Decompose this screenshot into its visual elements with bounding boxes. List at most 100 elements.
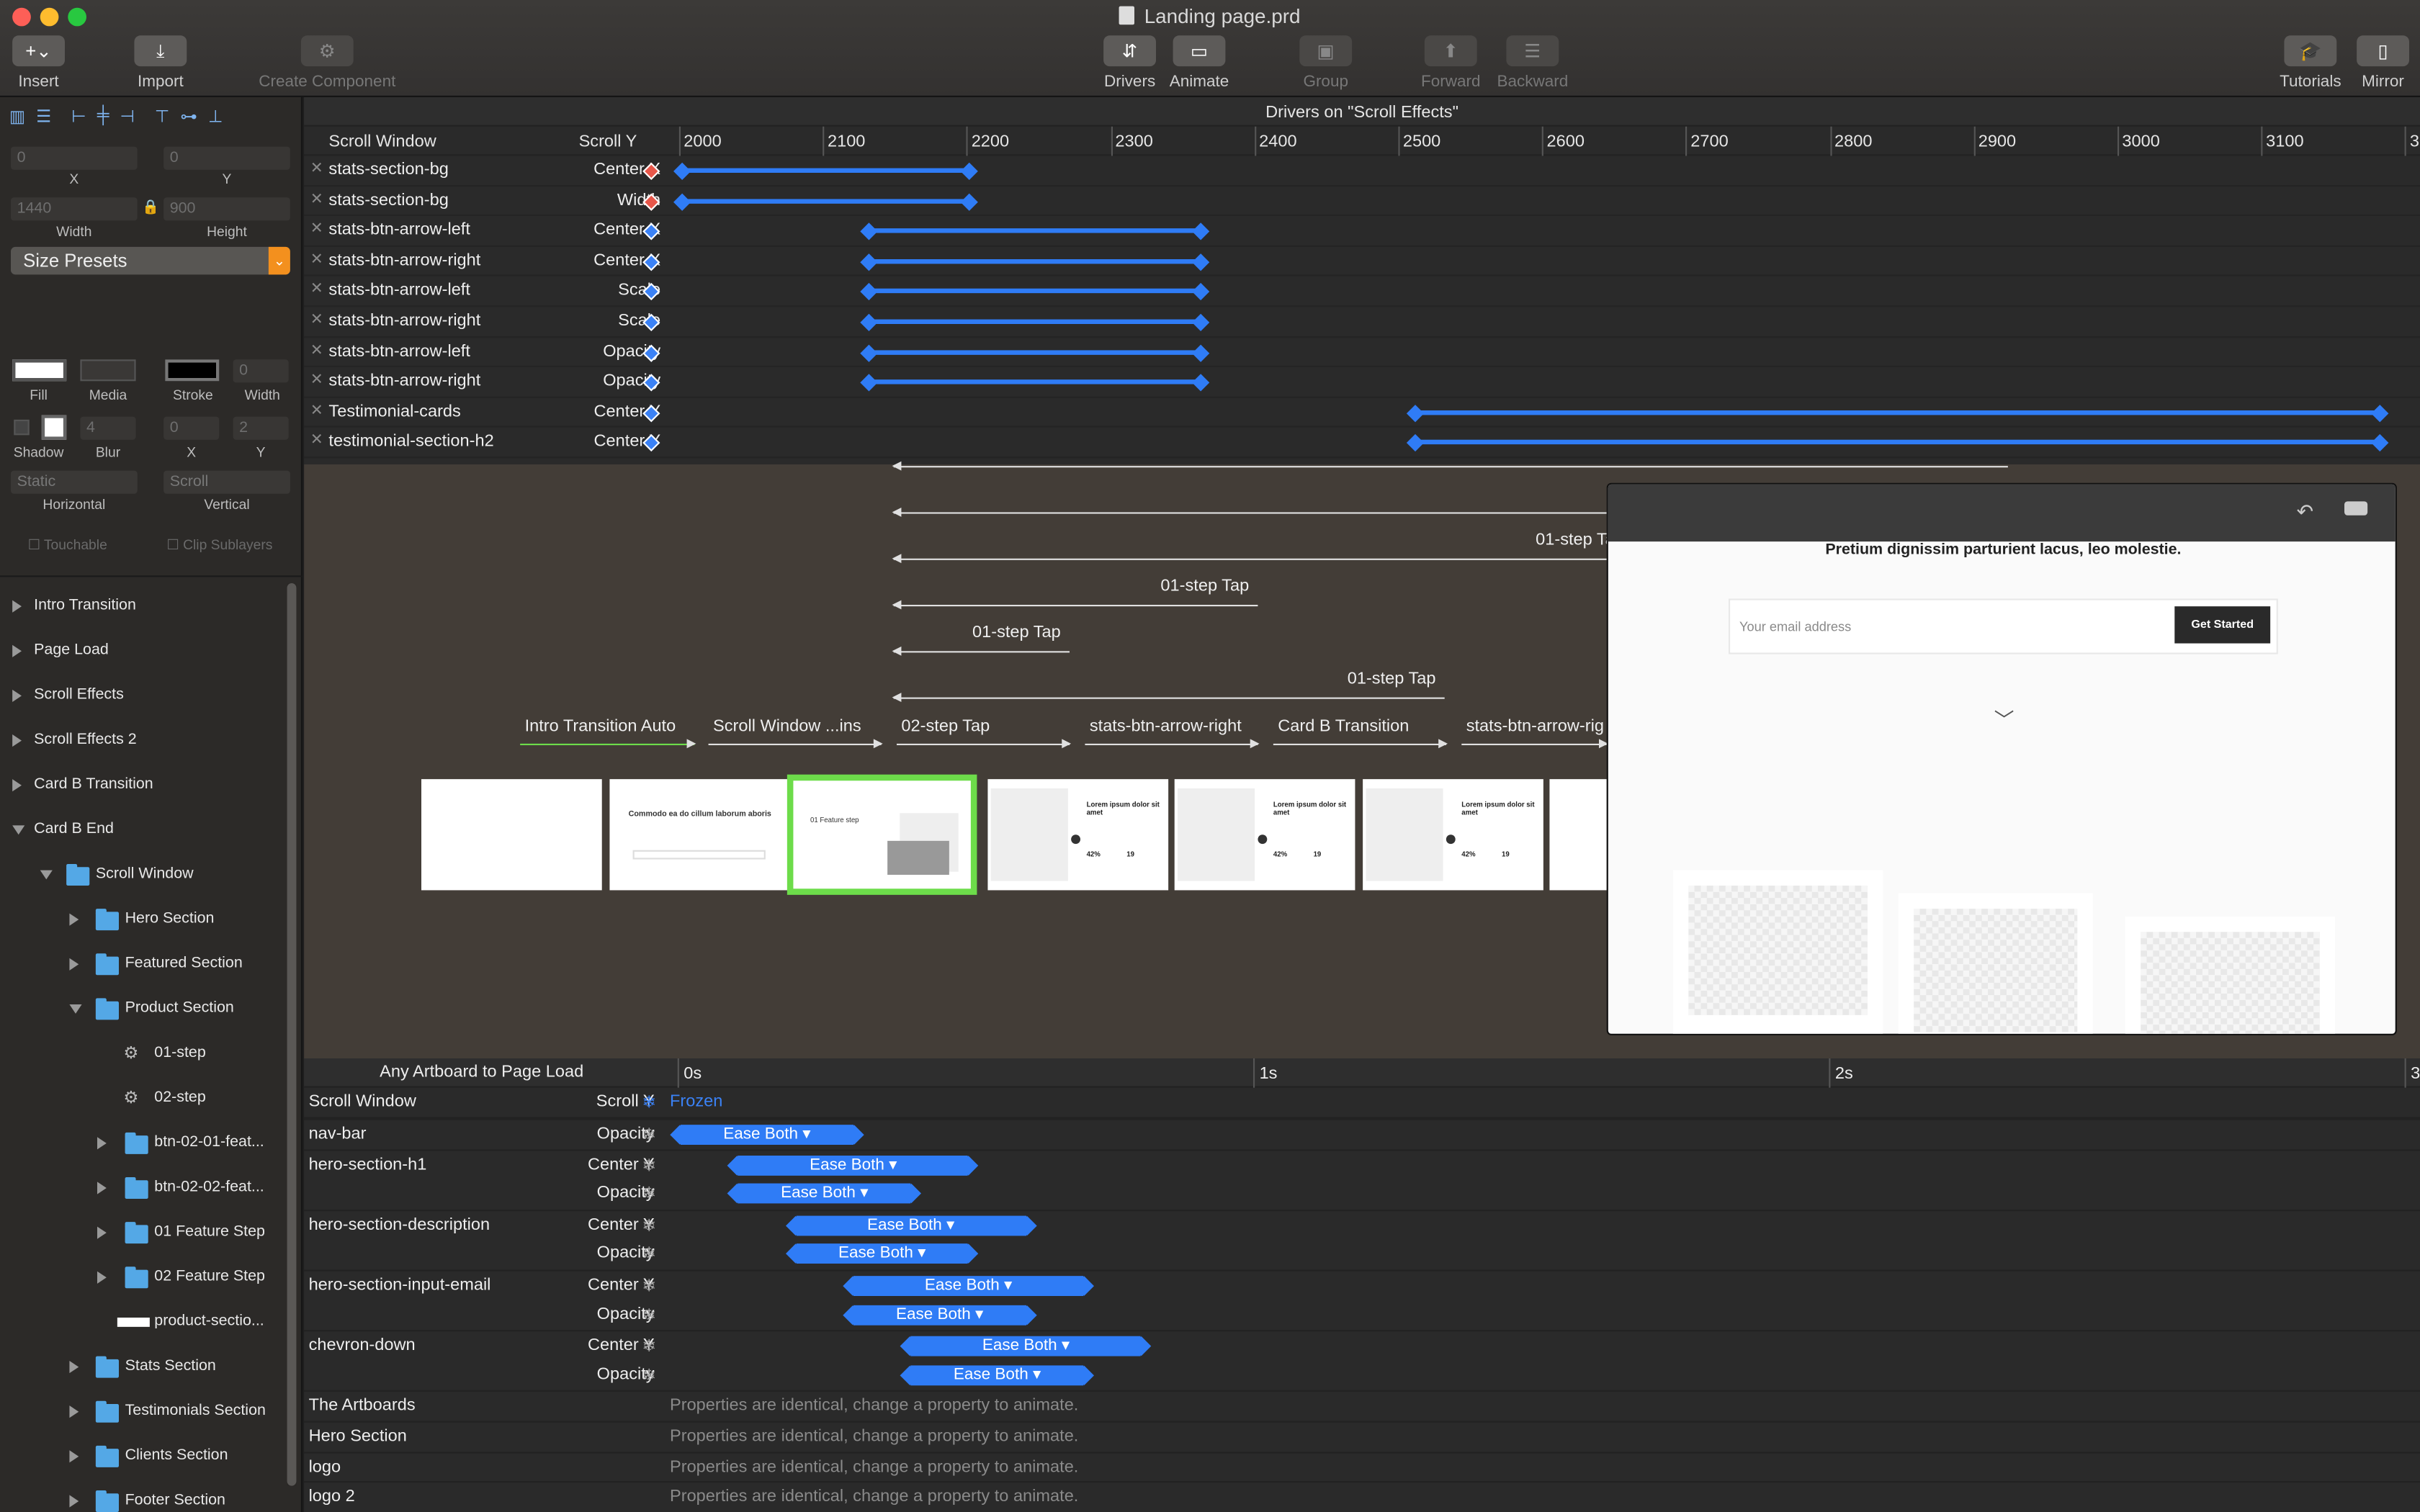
- remove-driver-icon[interactable]: ✕: [310, 342, 323, 359]
- keyframe-end-icon[interactable]: [1191, 343, 1209, 361]
- timeline-row[interactable]: Opacity ❄ Ease Both ▾: [304, 1300, 2420, 1331]
- video-camera-icon[interactable]: [2344, 501, 2368, 516]
- remove-driver-icon[interactable]: ✕: [310, 161, 323, 178]
- layer-row[interactable]: Footer Section: [0, 1486, 287, 1512]
- driver-range-bar[interactable]: [1415, 410, 2380, 415]
- distribute-horizontal-icon[interactable]: ▥: [9, 106, 25, 126]
- keyframe-end-icon[interactable]: [961, 192, 979, 210]
- layer-row[interactable]: Card B Transition: [0, 770, 287, 801]
- shadow-checkbox[interactable]: [14, 419, 30, 436]
- keyframe-start-icon[interactable]: [860, 374, 878, 392]
- keyframe-end-icon[interactable]: [2370, 404, 2388, 422]
- clip-sublayers-checkbox[interactable]: ☐ Clip Sublayers: [166, 537, 272, 554]
- remove-driver-icon[interactable]: ✕: [310, 221, 323, 238]
- driver-range-bar[interactable]: [869, 289, 1201, 294]
- create-component-button[interactable]: ⚙ Create Component: [250, 35, 404, 91]
- group-button[interactable]: ▣ Group: [1296, 35, 1355, 91]
- timeline-row[interactable]: hero-section-description Center Y ❄ Ease Bo…: [304, 1209, 2420, 1240]
- snowflake-icon[interactable]: ❄: [642, 1365, 656, 1385]
- layer-row[interactable]: Hero Section: [0, 904, 287, 935]
- disclosure-triangle-icon[interactable]: [12, 825, 25, 835]
- disclosure-triangle-icon[interactable]: [69, 913, 79, 926]
- ease-both-bar[interactable]: Ease Both ▾: [795, 1215, 1026, 1236]
- driver-range-bar[interactable]: [869, 258, 1201, 264]
- forward-button[interactable]: ⬆ Forward: [1417, 35, 1484, 91]
- x-field[interactable]: 0: [11, 146, 138, 170]
- layer-row[interactable]: Testimonials Section: [0, 1396, 287, 1427]
- timeline-row[interactable]: logo Properties are identical, change a p…: [304, 1451, 2420, 1482]
- snowflake-icon[interactable]: ❄: [642, 1244, 656, 1264]
- driver-row[interactable]: ✕ stats-section-bg Width: [304, 186, 2420, 217]
- chevron-down-icon[interactable]: ﹀: [1994, 703, 2015, 733]
- timeline-row[interactable]: hero-section-h1 Center Y ❄ Ease Both ▾: [304, 1148, 2420, 1179]
- keyframe-end-icon[interactable]: [1191, 283, 1209, 301]
- stroke-width-field[interactable]: 0: [233, 359, 289, 383]
- driver-range-bar[interactable]: [682, 198, 970, 203]
- keyframe-start-icon[interactable]: [1407, 404, 1425, 422]
- disclosure-triangle-icon[interactable]: [12, 689, 22, 702]
- layer-row[interactable]: 01 Feature Step: [0, 1218, 287, 1248]
- lock-icon[interactable]: 🔒: [142, 199, 159, 216]
- connection-label[interactable]: 02-step Tap: [901, 717, 990, 736]
- animate-button[interactable]: ▭ Animate: [1167, 35, 1232, 91]
- ease-both-bar[interactable]: Ease Both ▾: [681, 1125, 853, 1145]
- ease-both-bar[interactable]: Ease Both ▾: [738, 1155, 969, 1175]
- disclosure-triangle-icon[interactable]: [97, 1182, 107, 1194]
- stroke-swatch[interactable]: [165, 359, 220, 382]
- artboard-thumbnail[interactable]: 01 Feature step: [786, 774, 977, 895]
- connection-label[interactable]: Intro Transition Auto: [525, 717, 676, 736]
- keyframe-start-icon[interactable]: [860, 222, 878, 240]
- disclosure-triangle-icon[interactable]: [69, 1004, 82, 1014]
- preview-window[interactable]: ↶ Pretium dignissim parturient lacus, le…: [1606, 482, 2397, 1035]
- timeline-row[interactable]: Hero Section Properties are identical, ch…: [304, 1421, 2420, 1452]
- artboard-thumbnail[interactable]: Lorem ipsum dolor sit amet 42% 19: [1363, 779, 1543, 891]
- driver-row[interactable]: ✕ stats-section-bg Center X: [304, 156, 2420, 186]
- connection-label[interactable]: stats-btn-arrow-rig: [1466, 717, 1604, 736]
- ease-both-bar[interactable]: Ease Both ▾: [910, 1336, 1142, 1356]
- align-center-icon[interactable]: ╪: [97, 107, 109, 125]
- timeline-row[interactable]: logo 2 Properties are identical, change a…: [304, 1481, 2420, 1512]
- timeline-row[interactable]: The Artboards Properties are identical, c…: [304, 1390, 2420, 1421]
- ease-both-bar[interactable]: Ease Both ▾: [853, 1304, 1026, 1325]
- align-middle-icon[interactable]: ⊶: [180, 106, 197, 126]
- connection-line[interactable]: [892, 554, 1607, 564]
- driver-range-bar[interactable]: [1415, 440, 2380, 445]
- disclosure-triangle-icon[interactable]: [97, 1226, 107, 1239]
- disclosure-triangle-icon[interactable]: [12, 779, 22, 792]
- snowflake-icon[interactable]: ❄: [642, 1125, 656, 1145]
- keyframe-start-icon[interactable]: [860, 343, 878, 361]
- driver-range-bar[interactable]: [682, 168, 970, 173]
- align-top-icon[interactable]: ⊤: [155, 106, 170, 126]
- keyframe-end-icon[interactable]: [1191, 374, 1209, 392]
- layer-row[interactable]: Intro Transition: [0, 591, 287, 622]
- driver-range-bar[interactable]: [869, 228, 1201, 233]
- layer-row[interactable]: btn-02-01-feat...: [0, 1128, 287, 1158]
- disclosure-triangle-icon[interactable]: [69, 1361, 79, 1374]
- scrollbar[interactable]: [287, 583, 297, 1486]
- shadow-color-swatch[interactable]: [41, 415, 67, 440]
- connection-line[interactable]: [892, 693, 1445, 702]
- touchable-checkbox[interactable]: ☐ Touchable: [28, 537, 107, 554]
- driver-row[interactable]: ✕ stats-btn-arrow-right Opacity: [304, 367, 2420, 398]
- layer-row[interactable]: product-sectio...: [0, 1307, 287, 1338]
- snowflake-icon[interactable]: ❄: [642, 1305, 656, 1325]
- layer-row[interactable]: Stats Section: [0, 1351, 287, 1382]
- ease-both-bar[interactable]: Ease Both ▾: [910, 1364, 1084, 1385]
- keyframe-start-icon[interactable]: [860, 313, 878, 331]
- size-presets-dropdown[interactable]: Size Presets ⌄: [11, 246, 290, 275]
- connection-label[interactable]: 01-step Tap: [1160, 577, 1249, 595]
- artboard-thumbnail[interactable]: Lorem ipsum dolor sit amet 42% 19: [987, 779, 1169, 891]
- layer-row[interactable]: Page Load: [0, 636, 287, 667]
- driver-row[interactable]: ✕ stats-btn-arrow-left Scale: [304, 276, 2420, 307]
- driver-row[interactable]: ✕ stats-btn-arrow-left Opacity: [304, 337, 2420, 368]
- fill-swatch[interactable]: [12, 359, 67, 382]
- scrollbar-thumb[interactable]: [287, 583, 297, 1486]
- layer-row[interactable]: ⚙ 02-step: [0, 1083, 287, 1114]
- ease-both-bar[interactable]: Ease Both ▾: [853, 1276, 1084, 1296]
- connection-line[interactable]: [892, 461, 2008, 471]
- vertical-scroll-select[interactable]: Scroll: [163, 470, 290, 494]
- connection-arrow[interactable]: [897, 739, 1072, 749]
- blur-field[interactable]: 4: [80, 416, 136, 440]
- connection-arrow[interactable]: [708, 739, 883, 749]
- remove-driver-icon[interactable]: ✕: [310, 282, 323, 299]
